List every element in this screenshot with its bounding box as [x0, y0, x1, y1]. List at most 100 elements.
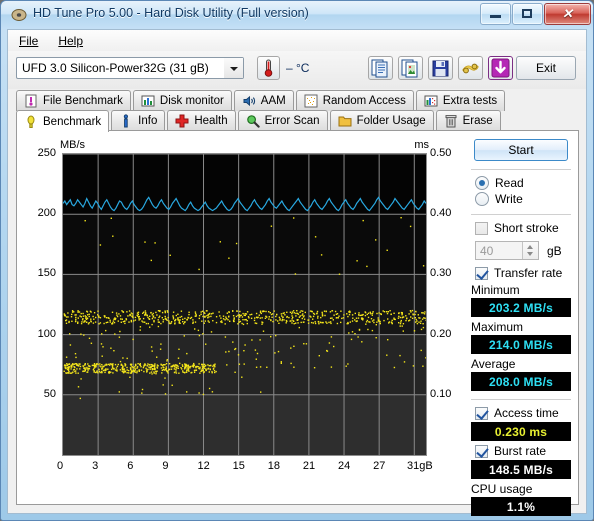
chevron-down-icon — [224, 58, 243, 78]
tab-extra-tests[interactable]: Extra tests — [415, 90, 506, 111]
x-tick: 15 — [232, 460, 245, 472]
y-tick-left: 150 — [37, 267, 56, 280]
benchmark-panel: MB/s ms 50 100 150 200 250 0.10 0.20 0.30 0.40 0… — [16, 130, 579, 516]
tab-label: Random Access — [322, 95, 406, 107]
divider — [471, 169, 571, 170]
tab-label: Erase — [462, 115, 493, 127]
access-time-value: 0.230 ms — [471, 422, 571, 441]
checkbox-transfer-rate-label: Transfer rate — [494, 266, 563, 280]
radio-write-label: Write — [495, 192, 523, 206]
tab-label: Benchmark — [43, 115, 102, 128]
checkbox-short-stroke-label: Short stroke — [494, 221, 559, 235]
tab-file-benchmark[interactable]: File Benchmark — [16, 90, 131, 111]
maximize-button[interactable] — [512, 3, 543, 25]
short-stroke-value: 40 — [480, 243, 494, 258]
drive-select-value: UFD 3.0 Silicon-Power32G (31 gB) — [22, 61, 209, 75]
tab-label: Extra tests — [442, 95, 498, 107]
thermometer-icon — [264, 59, 273, 77]
burst-rate-value: 148.5 MB/s — [471, 460, 571, 479]
divider — [471, 214, 571, 215]
y-tick-right: 0.30 — [430, 267, 452, 280]
tab-row-upper: File Benchmark Disk monitor AAM Random A… — [16, 90, 507, 111]
tab-disk-monitor[interactable]: Disk monitor — [132, 90, 232, 111]
folder-icon — [338, 114, 352, 128]
tab-random-access[interactable]: Random Access — [295, 90, 414, 111]
x-tick: 31gB — [407, 460, 433, 472]
y-tick-left: 100 — [37, 327, 56, 340]
checkbox-short-stroke-indicator — [475, 221, 488, 235]
radio-write[interactable]: Write — [475, 192, 573, 206]
speaker-icon — [242, 94, 256, 108]
close-button[interactable]: ✕ — [544, 3, 591, 25]
short-stroke-unit: gB — [547, 243, 562, 258]
x-tick: 6 — [127, 460, 134, 472]
temperature-button[interactable] — [257, 56, 280, 80]
y-tick-left: 200 — [37, 207, 56, 220]
tab-label: Error Scan — [264, 115, 320, 127]
start-button[interactable]: Start — [474, 139, 568, 161]
checkbox-transfer-rate[interactable]: Transfer rate — [475, 266, 573, 280]
menu-bar: File Help — [8, 30, 586, 51]
checkbox-access-time[interactable]: Access time — [475, 406, 573, 420]
download-icon — [491, 58, 510, 78]
minimize-button[interactable] — [480, 3, 511, 25]
cpu-usage-label: CPU usage — [471, 482, 533, 496]
x-tick: 21 — [302, 460, 316, 472]
tab-label: Folder Usage — [356, 115, 426, 127]
tab-label: File Benchmark — [43, 95, 123, 107]
copy-text-button[interactable] — [368, 56, 393, 80]
radio-read[interactable]: Read — [475, 176, 573, 190]
x-tick: 3 — [92, 460, 99, 472]
x-tick: 24 — [338, 460, 351, 472]
menu-file[interactable]: File — [10, 32, 47, 50]
checkbox-short-stroke[interactable]: Short stroke — [475, 221, 573, 235]
exit-button[interactable]: Exit — [516, 56, 576, 80]
radio-read-indicator — [475, 176, 489, 190]
tab-erase[interactable]: Erase — [435, 110, 501, 131]
average-label: Average — [471, 357, 516, 371]
copy-image-button[interactable] — [398, 56, 423, 80]
x-tick: 18 — [267, 460, 281, 472]
menu-help[interactable]: Help — [49, 32, 92, 50]
tab-info[interactable]: Info — [111, 110, 166, 131]
tab-health[interactable]: Health — [167, 110, 236, 131]
tab-aam[interactable]: AAM — [233, 90, 294, 111]
y-tick-right: 0.10 — [430, 387, 452, 400]
window-buttons: ✕ — [479, 3, 591, 25]
radio-write-indicator — [475, 192, 489, 206]
settings-icon — [462, 63, 479, 74]
hd-tune-window: HD Tune Pro 5.00 - Hard Disk Utility (Fu… — [0, 0, 594, 521]
y-tick-right: 0.40 — [430, 207, 452, 220]
short-stroke-stepper[interactable]: 40 — [475, 241, 539, 260]
toolbar: UFD 3.0 Silicon-Power32G (31 gB) – °C Ex… — [8, 51, 586, 89]
menu-help-label: Help — [58, 33, 84, 48]
tab-folder-usage[interactable]: Folder Usage — [329, 110, 434, 131]
copy-text-icon — [371, 59, 388, 78]
minimum-value: 203.2 MB/s — [471, 298, 571, 317]
tab-error-scan[interactable]: Error Scan — [237, 110, 328, 131]
plot-area — [62, 153, 427, 456]
tab-label: Disk monitor — [159, 95, 224, 107]
divider — [471, 399, 571, 400]
benchmark-icon — [24, 115, 38, 129]
save-button[interactable] — [428, 56, 453, 80]
benchmark-chart: MB/s ms 50 100 150 200 250 0.10 0.20 0.30 0.40 0… — [30, 139, 460, 499]
download-button[interactable] — [488, 56, 513, 80]
y-tick-left: 50 — [43, 387, 56, 400]
close-icon: ✕ — [562, 6, 573, 21]
x-tick: 0 — [57, 460, 64, 472]
settings-button[interactable] — [458, 56, 483, 80]
checkbox-access-time-label: Access time — [494, 406, 559, 420]
y-axis-unit-left: MB/s — [60, 139, 86, 151]
checkbox-burst-rate[interactable]: Burst rate — [475, 444, 573, 458]
disk-monitor-icon — [141, 94, 155, 108]
tab-benchmark[interactable]: Benchmark — [16, 110, 110, 132]
checkbox-burst-rate-indicator — [475, 444, 488, 458]
x-tick: 27 — [373, 460, 386, 472]
menu-file-label: File — [19, 33, 39, 48]
save-icon — [432, 60, 449, 77]
temperature-value: – °C — [286, 61, 310, 75]
maximum-value: 214.0 MB/s — [471, 335, 571, 354]
drive-select[interactable]: UFD 3.0 Silicon-Power32G (31 gB) — [16, 57, 244, 79]
stepper-arrows[interactable] — [522, 242, 538, 259]
